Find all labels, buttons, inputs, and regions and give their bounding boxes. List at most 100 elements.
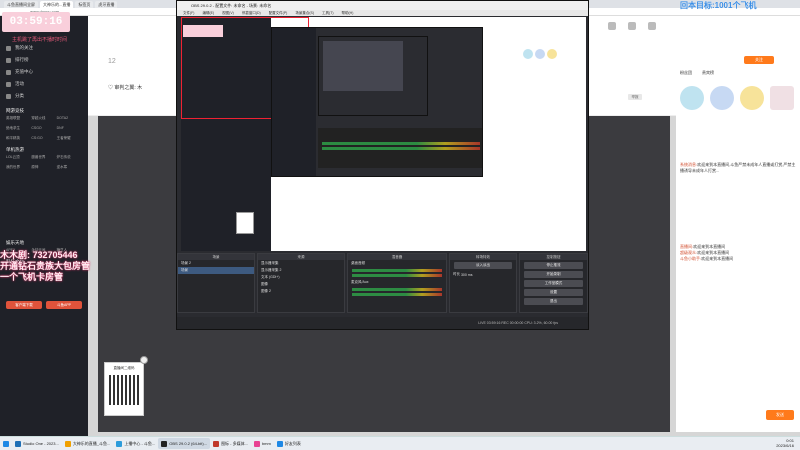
taskbar-item[interactable]: bmm [251,438,274,449]
source-item[interactable]: 显示器采集 [258,260,344,267]
obs-window[interactable]: OBS 29.0.2 - 配置文件: 未命名 - 场景: 未命名 文件(F) 编… [176,0,589,330]
duration-label: 时长 [453,272,460,276]
browser-tab[interactable]: 虎牙直播 [95,0,118,8]
menu-profile[interactable]: 配置文件(P) [269,10,288,16]
sidebar-item-label: 排行榜 [15,57,29,62]
sidebar-item-events[interactable]: 活动 [0,78,88,90]
source-item[interactable]: 图像 2 [258,288,344,295]
mixer-dock: 混音器 桌面音频 麦克风/Aux [347,253,447,313]
chat-user[interactable]: 系统消息: [680,162,697,167]
start-button[interactable] [0,438,12,449]
chat-user[interactable]: 超级观众: [680,250,697,255]
download-client-button[interactable]: 客户端下载 [6,301,42,309]
app-download-button[interactable]: 斗鱼APP [46,301,82,309]
obs-statusbar: LIVE 03:59:16 REC 00:00:00 CPU: 3.2%, 60… [177,317,588,329]
menu-help[interactable]: 帮助(H) [342,10,354,16]
category-link[interactable]: 英雄联盟 [6,116,31,121]
audio-meter [352,274,442,277]
scene-item[interactable]: 场景 2 [178,260,254,267]
category-link[interactable]: 魔兽世界 [31,155,56,160]
tab-vip[interactable]: 贵宾榜 [702,70,714,76]
taskbar-label: 好友列表 [284,440,301,446]
transition-select[interactable]: 淡入淡出 [454,262,512,269]
source-item[interactable]: 图像 [258,281,344,288]
category-link[interactable]: 原神 [31,165,56,170]
obs-preview[interactable] [181,17,586,251]
report-button[interactable]: 举报 [628,94,642,100]
send-button[interactable]: 发送 [766,410,794,420]
site-sidebar: 我的关注 排行榜 充值中心 活动 分类 网游竞技 英雄联盟 穿越火线 DOTA2… [0,16,88,436]
taskbar-item[interactable]: 图标 - 多媒体... [210,438,251,449]
sidebar-item-follow[interactable]: 我的关注 [0,42,88,54]
category-link[interactable]: 和平精英 [6,136,31,141]
category-link[interactable]: DOTA2 [57,116,82,121]
dock-title: 转场特效 [450,254,516,260]
settings-button[interactable]: 设置 [524,289,583,296]
taskbar-item[interactable]: 上播中心 - 斗鱼... [113,438,158,449]
chat-panel: 粉丝团 贵宾榜 系统消息:欢迎来到本直播间,斗鱼严禁未成年人直播或打赏,严禁主播… [676,64,800,432]
nested-preview [318,36,428,116]
category-link[interactable]: CSGO [31,126,56,131]
browser-tab[interactable]: 斗鱼直播间全屏 [4,0,38,8]
studio-mode-button[interactable]: 工作室模式 [524,280,583,287]
transitions-dock: 转场特效 淡入淡出 时长 300 ms [449,253,517,313]
message-icon[interactable] [648,22,656,30]
header-icons [608,22,656,30]
history-icon[interactable] [608,22,616,30]
taskbar-item[interactable]: OBS 29.0.2 (64-bit)... [158,438,211,449]
source-item[interactable]: 文本 (GDI+) [258,274,344,281]
category-link[interactable]: 逆水寒 [57,165,82,170]
browser-tab[interactable]: 标签页 [75,0,94,8]
sticker-icon [680,86,704,110]
menu-view[interactable]: 视图(V) [222,10,234,16]
taskbar-item[interactable]: 好友列表 [274,438,304,449]
sidebar-item-category[interactable]: 分类 [0,90,88,102]
menu-edit[interactable]: 编辑(E) [202,10,214,16]
menu-scenes[interactable]: 场景集合(S) [295,10,314,16]
qr-card: 直播间二维码 [104,362,144,416]
category-link[interactable]: 炉石传说 [57,155,82,160]
start-record-button[interactable]: 开始录制 [524,271,583,278]
taskbar-label: 上播中心 - 斗鱼... [124,440,156,446]
sidebar-item-label: 分类 [15,93,24,98]
sidebar-item-recharge[interactable]: 充值中心 [0,66,88,78]
category-link[interactable]: 穿越火线 [31,116,56,121]
category-link[interactable]: 王者荣耀 [57,136,82,141]
browser-tab[interactable]: 大神乐的...直播 [40,0,74,8]
scene-item[interactable]: 场景 [178,267,254,274]
obs-docks: 场景 场景 2 场景 来源 显示器采集 显示器采集 2 文本 (GDI+) 图像… [177,253,588,317]
system-clock[interactable]: 0:01 2023/6/16 [776,438,794,448]
category-link[interactable]: 绝地求生 [6,126,31,131]
source-item[interactable]: 显示器采集 2 [258,267,344,274]
download-icon[interactable] [628,22,636,30]
taskbar-item[interactable]: Studio One - 2023... [12,438,62,449]
chat-tabs: 粉丝团 贵宾榜 [676,64,800,82]
taskbar-item[interactable]: 大神乐的直播_斗鱼... [62,438,114,449]
menu-file[interactable]: 文件(F) [183,10,194,16]
sidebar-item-rank[interactable]: 排行榜 [0,54,88,66]
menu-tools[interactable]: 工具(T) [322,10,333,16]
menu-docks[interactable]: 停靠窗口(D) [242,10,261,16]
category-link[interactable]: LOL云顶 [6,155,31,160]
exit-button[interactable]: 退出 [524,298,583,305]
obs-title: OBS 29.0.2 - 配置文件: 未命名 - 场景: 未命名 [177,1,588,10]
chat-user[interactable]: 直播间: [680,244,693,249]
category-link[interactable]: CS:GO [31,136,56,141]
chat-user[interactable]: 斗鱼小助手: [680,256,701,261]
duration-input[interactable]: 300 ms [461,273,472,277]
taskbar-label: bmm [261,441,271,446]
sidebar-section-title: 网游竞技 [6,108,24,113]
sticker-row [676,82,800,122]
sidebar-section-title: 娱乐天地 [6,240,24,245]
tab-fans[interactable]: 粉丝团 [680,70,692,76]
close-icon[interactable] [140,356,148,364]
sticker-icon [770,86,794,110]
stop-stream-button[interactable]: 停止推流 [524,262,583,269]
chat-text: 欢迎来到本直播间 [693,244,726,249]
category-link[interactable]: 我的世界 [6,165,31,170]
room-level: 12 [108,58,116,65]
windows-icon [3,440,9,447]
stream-timer: 03:59:16 [2,12,70,32]
category-link[interactable]: DNF [57,126,82,131]
follow-button[interactable]: 关注 [744,56,774,64]
